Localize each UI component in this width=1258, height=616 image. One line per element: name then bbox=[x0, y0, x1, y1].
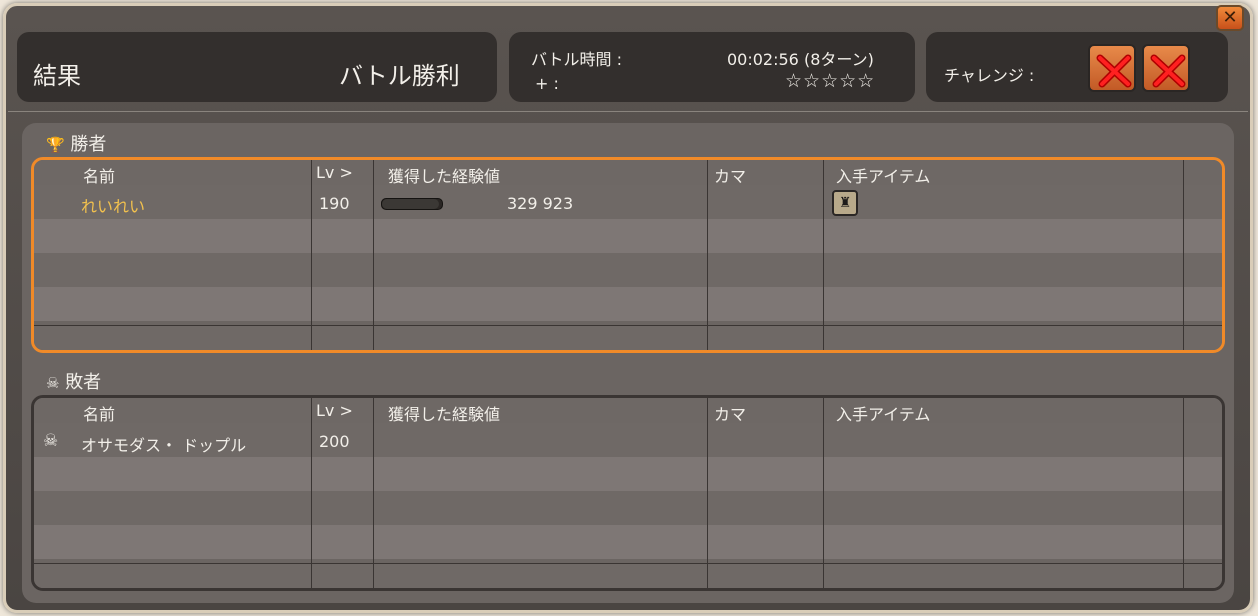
close-button[interactable]: ✕ bbox=[1216, 5, 1244, 31]
table-row bbox=[34, 253, 1222, 287]
column-divider bbox=[707, 398, 708, 588]
column-divider bbox=[823, 160, 824, 350]
skull-icon: ☠ bbox=[43, 431, 59, 451]
challenge-1-button[interactable] bbox=[1088, 44, 1136, 92]
trophy-icon: 🏆 bbox=[46, 136, 65, 154]
star-rating: ☆☆☆☆☆ bbox=[785, 70, 876, 92]
enemy-name: オサモダス・ ドップル bbox=[81, 436, 247, 455]
column-divider bbox=[373, 160, 374, 350]
table-row[interactable]: ☠ オサモダス・ ドップル 200 bbox=[34, 423, 1222, 457]
table-row bbox=[34, 491, 1222, 525]
col-items: 入手アイテム bbox=[836, 405, 931, 424]
item-icon[interactable]: ♜ bbox=[832, 190, 858, 216]
time-label: バトル時間 : bbox=[531, 50, 622, 69]
table-row[interactable]: れいれい 190 329 923 ♜ bbox=[34, 185, 1222, 219]
column-divider bbox=[311, 160, 312, 350]
challenge-label: チャレンジ : bbox=[944, 66, 1035, 85]
table-row bbox=[34, 287, 1222, 321]
winners-title: 🏆 勝者 bbox=[46, 130, 106, 156]
col-kama: カマ bbox=[714, 405, 747, 424]
challenge-2-button[interactable] bbox=[1142, 44, 1190, 92]
table-row bbox=[34, 457, 1222, 491]
player-xp: 329 923 bbox=[507, 194, 574, 213]
result-panel: 結果 バトル勝利 bbox=[17, 32, 497, 102]
winners-title-text: 勝者 bbox=[70, 134, 107, 155]
losers-table: 名前 Lv > 獲得した経験値 カマ 入手アイテム ☠ オサモダス・ ドップル … bbox=[31, 395, 1225, 591]
col-level: Lv > bbox=[316, 163, 353, 182]
close-icon: ✕ bbox=[1222, 7, 1238, 28]
challenge-panel: チャレンジ : bbox=[926, 32, 1228, 102]
losers-title-text: 敗者 bbox=[65, 372, 102, 393]
battle-time-panel: バトル時間 : 00:02:56 (8ターン) + : ☆☆☆☆☆ bbox=[509, 32, 915, 102]
col-xp: 獲得した経験値 bbox=[388, 405, 501, 424]
column-divider bbox=[1183, 160, 1184, 350]
losers-table-header: 名前 Lv > 獲得した経験値 カマ 入手アイテム bbox=[34, 398, 1222, 424]
col-items: 入手アイテム bbox=[836, 167, 931, 186]
header-divider bbox=[8, 111, 1248, 112]
plus-label: + : bbox=[535, 74, 559, 93]
enemy-level: 200 bbox=[319, 432, 350, 451]
table-footer-row bbox=[34, 325, 1222, 350]
red-x-icon bbox=[1150, 54, 1186, 88]
table-row bbox=[34, 219, 1222, 253]
xp-progress-fill bbox=[382, 199, 439, 209]
col-name: 名前 bbox=[83, 167, 116, 186]
winners-table-header: 名前 Lv > 獲得した経験値 カマ 入手アイテム bbox=[34, 160, 1222, 186]
column-divider bbox=[823, 398, 824, 588]
col-kama: カマ bbox=[714, 167, 747, 186]
result-label: 結果 bbox=[33, 62, 81, 90]
col-xp: 獲得した経験値 bbox=[388, 167, 501, 186]
time-value: 00:02:56 (8ターン) bbox=[727, 50, 874, 69]
xp-progress-bar bbox=[381, 198, 443, 210]
column-divider bbox=[311, 398, 312, 588]
player-level: 190 bbox=[319, 194, 350, 213]
skull-icon: ☠ bbox=[46, 374, 60, 392]
result-value: バトル勝利 bbox=[339, 62, 460, 90]
column-divider bbox=[707, 160, 708, 350]
table-row bbox=[34, 525, 1222, 559]
losers-title: ☠ 敗者 bbox=[46, 368, 101, 394]
winners-table: 名前 Lv > 獲得した経験値 カマ 入手アイテム れいれい 190 329 9… bbox=[31, 157, 1225, 353]
col-name: 名前 bbox=[83, 405, 116, 424]
col-level: Lv > bbox=[316, 401, 353, 420]
column-divider bbox=[373, 398, 374, 588]
red-x-icon bbox=[1096, 54, 1132, 88]
column-divider bbox=[1183, 398, 1184, 588]
table-footer-row bbox=[34, 563, 1222, 588]
player-name: れいれい bbox=[81, 197, 146, 216]
